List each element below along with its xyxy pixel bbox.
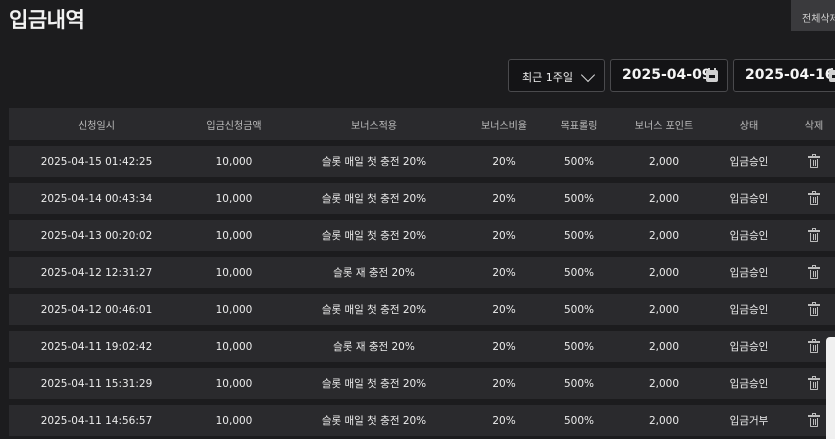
cell-bonus-points: 2,000 bbox=[648, 303, 680, 316]
cell-bonus-points: 2,000 bbox=[648, 192, 680, 205]
cell-status: 입금승인 bbox=[729, 341, 769, 353]
cell-status: 입금승인 bbox=[729, 193, 769, 205]
delete-row-button[interactable] bbox=[794, 294, 834, 325]
table-row: 2025-04-12 12:31:27 10,000 슬롯 재 충전 20% 20% 5… bbox=[9, 257, 835, 288]
cell-amount: 10,000 bbox=[215, 192, 253, 205]
period-select[interactable]: 최근 1주일 bbox=[508, 59, 605, 92]
trash-icon[interactable] bbox=[808, 154, 820, 168]
cell-requested-at: 2025-04-13 00:20:02 bbox=[40, 229, 153, 242]
date-to-value: 2025-04-16 bbox=[745, 67, 835, 83]
cell-amount: 10,000 bbox=[215, 229, 253, 242]
cell-amount: 10,000 bbox=[215, 414, 253, 427]
page-title: 입금내역 bbox=[9, 8, 85, 32]
cell-bonus-applied: 슬롯 재 충전 20% bbox=[333, 267, 415, 279]
cell-target-rolling: 500% bbox=[563, 303, 595, 316]
cell-amount: 10,000 bbox=[215, 340, 253, 353]
trash-icon[interactable] bbox=[808, 413, 820, 427]
cell-bonus-points: 2,000 bbox=[648, 340, 680, 353]
cell-bonus-applied: 슬롯 재 충전 20% bbox=[333, 341, 415, 353]
trash-icon[interactable] bbox=[808, 228, 820, 242]
cell-bonus-rate: 20% bbox=[492, 414, 516, 427]
trash-icon[interactable] bbox=[808, 339, 820, 353]
cell-requested-at: 2025-04-11 14:56:57 bbox=[40, 414, 153, 427]
cell-bonus-points: 2,000 bbox=[648, 155, 680, 168]
trash-icon[interactable] bbox=[808, 265, 820, 279]
delete-row-button[interactable] bbox=[794, 257, 834, 288]
trash-icon[interactable] bbox=[808, 302, 820, 316]
cell-bonus-rate: 20% bbox=[492, 266, 516, 279]
header-bonus-rate: 보너스비율 bbox=[481, 120, 527, 132]
cell-amount: 10,000 bbox=[215, 303, 253, 316]
cell-status: 입금승인 bbox=[729, 230, 769, 242]
date-from-value: 2025-04-09 bbox=[622, 67, 712, 83]
cell-status: 입금승인 bbox=[729, 378, 769, 390]
trash-icon[interactable] bbox=[808, 191, 820, 205]
cell-bonus-rate: 20% bbox=[492, 377, 516, 390]
cell-target-rolling: 500% bbox=[563, 155, 595, 168]
cell-bonus-rate: 20% bbox=[492, 155, 516, 168]
header-delete: 삭제 bbox=[804, 120, 824, 132]
cell-target-rolling: 500% bbox=[563, 377, 595, 390]
cell-requested-at: 2025-04-12 12:31:27 bbox=[40, 266, 153, 279]
cell-status: 입금승인 bbox=[729, 156, 769, 168]
cell-requested-at: 2025-04-12 00:46:01 bbox=[40, 303, 153, 316]
cell-bonus-rate: 20% bbox=[492, 229, 516, 242]
cell-amount: 10,000 bbox=[215, 155, 253, 168]
cell-bonus-applied: 슬롯 매일 첫 충전 20% bbox=[321, 193, 427, 205]
table-header: 신청일시 입금신청금액 보너스적용 보너스비율 목표롤링 보너스 포인트 상태 … bbox=[9, 108, 835, 140]
chevron-down-icon bbox=[580, 67, 596, 83]
header-status: 상태 bbox=[739, 120, 759, 132]
table-row: 2025-04-12 00:46:01 10,000 슬롯 매일 첫 충전 20% 2… bbox=[9, 294, 835, 325]
cell-requested-at: 2025-04-11 19:02:42 bbox=[40, 340, 153, 353]
cell-target-rolling: 500% bbox=[563, 266, 595, 279]
cell-bonus-applied: 슬롯 매일 첫 충전 20% bbox=[321, 304, 427, 316]
cell-target-rolling: 500% bbox=[563, 229, 595, 242]
delete-row-button[interactable] bbox=[794, 183, 834, 214]
cell-target-rolling: 500% bbox=[563, 192, 595, 205]
cell-requested-at: 2025-04-11 15:31:29 bbox=[40, 377, 153, 390]
table-row: 2025-04-11 15:31:29 10,000 슬롯 매일 첫 충전 20% 2… bbox=[9, 368, 835, 399]
delete-row-button[interactable] bbox=[794, 146, 834, 177]
delete-all-button[interactable]: 전체삭제 bbox=[791, 0, 835, 31]
cell-bonus-applied: 슬롯 매일 첫 충전 20% bbox=[321, 378, 427, 390]
calendar-icon[interactable] bbox=[829, 68, 835, 82]
header-amount: 입금신청금액 bbox=[206, 120, 262, 132]
table-row: 2025-04-13 00:20:02 10,000 슬롯 매일 첫 충전 20% 2… bbox=[9, 220, 835, 251]
table-row: 2025-04-11 19:02:42 10,000 슬롯 재 충전 20% 20% 5… bbox=[9, 331, 835, 362]
date-from-field[interactable]: 2025-04-09 bbox=[610, 59, 728, 92]
cell-bonus-rate: 20% bbox=[492, 303, 516, 316]
delete-row-button[interactable] bbox=[794, 220, 834, 251]
date-to-field[interactable]: 2025-04-16 bbox=[733, 59, 835, 92]
cell-bonus-rate: 20% bbox=[492, 340, 516, 353]
header-target-rolling: 목표롤링 bbox=[560, 120, 598, 132]
cell-bonus-points: 2,000 bbox=[648, 414, 680, 427]
cell-requested-at: 2025-04-14 00:43:34 bbox=[40, 192, 153, 205]
table-row: 2025-04-14 00:43:34 10,000 슬롯 매일 첫 충전 20% 2… bbox=[9, 183, 835, 214]
table-row: 2025-04-11 14:56:57 10,000 슬롯 매일 첫 충전 20% 2… bbox=[9, 405, 835, 436]
cell-bonus-points: 2,000 bbox=[648, 377, 680, 390]
cell-bonus-applied: 슬롯 매일 첫 충전 20% bbox=[321, 415, 427, 427]
scrollbar[interactable] bbox=[826, 337, 835, 439]
cell-status: 입금승인 bbox=[729, 267, 769, 279]
cell-target-rolling: 500% bbox=[563, 414, 595, 427]
cell-bonus-points: 2,000 bbox=[648, 266, 680, 279]
table-row: 2025-04-15 01:42:25 10,000 슬롯 매일 첫 충전 20% 2… bbox=[9, 146, 835, 177]
cell-bonus-rate: 20% bbox=[492, 192, 516, 205]
cell-bonus-points: 2,000 bbox=[648, 229, 680, 242]
cell-amount: 10,000 bbox=[215, 377, 253, 390]
cell-requested-at: 2025-04-15 01:42:25 bbox=[40, 155, 153, 168]
period-select-value: 최근 1주일 bbox=[522, 71, 573, 84]
cell-bonus-applied: 슬롯 매일 첫 충전 20% bbox=[321, 230, 427, 242]
cell-target-rolling: 500% bbox=[563, 340, 595, 353]
trash-icon[interactable] bbox=[808, 376, 820, 390]
calendar-icon[interactable] bbox=[706, 68, 718, 82]
header-bonus-points: 보너스 포인트 bbox=[634, 120, 694, 132]
cell-status: 입금승인 bbox=[729, 304, 769, 316]
header-bonus-applied: 보너스적용 bbox=[351, 120, 397, 132]
header-requested-at: 신청일시 bbox=[78, 120, 115, 132]
cell-bonus-applied: 슬롯 매일 첫 충전 20% bbox=[321, 156, 427, 168]
cell-status: 입금거부 bbox=[729, 415, 769, 427]
cell-amount: 10,000 bbox=[215, 266, 253, 279]
